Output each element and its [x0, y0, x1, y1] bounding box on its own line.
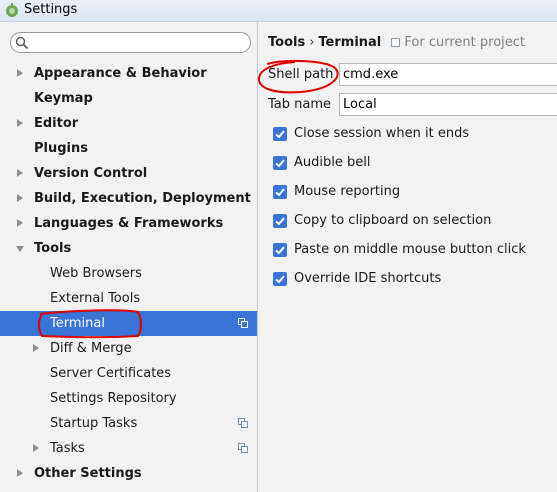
- breadcrumb-parent[interactable]: Tools: [268, 35, 305, 50]
- expand-arrow-icon[interactable]: [17, 194, 23, 202]
- tab-name-field[interactable]: [339, 93, 557, 116]
- expand-arrow-icon[interactable]: [17, 169, 23, 177]
- sidebar-item-appearance-behavior[interactable]: Appearance & Behavior: [0, 61, 257, 86]
- mouse-reporting-label[interactable]: Mouse reporting: [294, 184, 400, 199]
- audible-bell-checkbox[interactable]: [273, 156, 287, 170]
- sidebar-item-label: Languages & Frameworks: [34, 216, 224, 231]
- search-icon: [15, 36, 29, 50]
- checkmark-icon: [275, 159, 285, 168]
- paste-middle-click-label[interactable]: Paste on middle mouse button click: [294, 242, 526, 257]
- checkmark-icon: [275, 217, 285, 226]
- app-icon: [6, 3, 18, 17]
- override-ide-shortcuts-checkbox[interactable]: [273, 272, 287, 286]
- project-scope-icon: [391, 38, 401, 47]
- close-session-label[interactable]: Close session when it ends: [294, 126, 469, 141]
- sidebar-item-label: Other Settings: [34, 466, 142, 481]
- shell-path-label: Shell path: [268, 67, 334, 82]
- sidebar-item-other-settings[interactable]: Other Settings: [0, 461, 257, 486]
- breadcrumb: Tools › Terminal For current project: [268, 35, 525, 50]
- breadcrumb-current: Terminal: [318, 35, 382, 50]
- sidebar-item-label: Server Certificates: [50, 366, 172, 381]
- tab-name-input[interactable]: [340, 94, 557, 115]
- breadcrumb-separator: ›: [309, 35, 315, 50]
- checkmark-icon: [275, 130, 285, 139]
- sidebar-item-keymap[interactable]: Keymap: [0, 86, 257, 111]
- sidebar-item-label: Terminal: [50, 316, 105, 331]
- window-title: Settings: [24, 2, 78, 17]
- close-session-checkbox[interactable]: [273, 127, 287, 141]
- sidebar-item-label: Plugins: [34, 141, 88, 156]
- sidebar-item-diff-merge[interactable]: Diff & Merge: [0, 336, 257, 361]
- sidebar-item-settings-repository[interactable]: Settings Repository: [0, 386, 257, 411]
- sidebar-item-label: Build, Execution, Deployment: [34, 191, 251, 206]
- checkmark-icon: [275, 275, 285, 284]
- override-ide-shortcuts-label[interactable]: Override IDE shortcuts: [294, 271, 441, 286]
- project-scope-icon: [238, 418, 248, 428]
- search-input[interactable]: [35, 35, 245, 50]
- project-scope-note: For current project: [391, 35, 525, 50]
- sidebar-item-label: Keymap: [34, 91, 93, 106]
- paste-middle-click-checkbox[interactable]: [273, 243, 287, 257]
- sidebar-item-tools[interactable]: Tools: [0, 236, 257, 261]
- sidebar-item-label: Appearance & Behavior: [34, 66, 207, 81]
- sidebar-item-label: Tools: [34, 241, 72, 256]
- expand-arrow-icon[interactable]: [17, 69, 23, 77]
- sidebar-item-label: External Tools: [50, 291, 141, 306]
- checkmark-icon: [275, 188, 285, 197]
- sidebar-item-languages-frameworks[interactable]: Languages & Frameworks: [0, 211, 257, 236]
- sidebar-item-label: Diff & Merge: [50, 341, 132, 356]
- copy-on-selection-checkbox[interactable]: [273, 214, 287, 228]
- mouse-reporting-checkbox[interactable]: [273, 185, 287, 199]
- settings-sidebar: Appearance & Behavior Keymap Editor Plug…: [0, 22, 258, 492]
- sidebar-item-external-tools[interactable]: External Tools: [0, 286, 257, 311]
- sidebar-item-terminal[interactable]: Terminal: [0, 311, 257, 336]
- sidebar-item-editor[interactable]: Editor: [0, 111, 257, 136]
- sidebar-item-version-control[interactable]: Version Control: [0, 161, 257, 186]
- sidebar-item-server-certificates[interactable]: Server Certificates: [0, 361, 257, 386]
- sidebar-item-label: Web Browsers: [50, 266, 142, 281]
- expand-arrow-icon[interactable]: [33, 444, 39, 452]
- expand-arrow-icon[interactable]: [17, 119, 23, 127]
- sidebar-item-label: Editor: [34, 116, 79, 131]
- sidebar-item-plugins[interactable]: Plugins: [0, 136, 257, 161]
- copy-on-selection-label[interactable]: Copy to clipboard on selection: [294, 213, 491, 228]
- sidebar-item-startup-tasks[interactable]: Startup Tasks: [0, 411, 257, 436]
- tab-name-label: Tab name: [268, 97, 332, 112]
- sidebar-item-tasks[interactable]: Tasks: [0, 436, 257, 461]
- shell-path-input[interactable]: [340, 64, 557, 85]
- project-scope-icon: [238, 318, 248, 328]
- project-scope-label: For current project: [404, 35, 525, 50]
- audible-bell-label[interactable]: Audible bell: [294, 155, 370, 170]
- project-scope-icon: [238, 443, 248, 453]
- collapse-arrow-icon[interactable]: [16, 246, 24, 252]
- sidebar-item-label: Settings Repository: [50, 391, 177, 406]
- expand-arrow-icon[interactable]: [17, 219, 23, 227]
- shell-path-field[interactable]: [339, 63, 557, 86]
- sidebar-item-label: Startup Tasks: [50, 416, 138, 431]
- checkmark-icon: [275, 246, 285, 255]
- sidebar-item-build-execution-deployment[interactable]: Build, Execution, Deployment: [0, 186, 257, 211]
- title-bar: Settings: [0, 0, 557, 22]
- sidebar-item-web-browsers[interactable]: Web Browsers: [0, 261, 257, 286]
- settings-content: Tools › Terminal For current project Shell…: [259, 22, 557, 492]
- search-box[interactable]: [10, 32, 251, 53]
- expand-arrow-icon[interactable]: [17, 469, 23, 477]
- sidebar-item-label: Version Control: [34, 166, 148, 181]
- expand-arrow-icon[interactable]: [33, 344, 39, 352]
- sidebar-item-label: Tasks: [50, 441, 85, 456]
